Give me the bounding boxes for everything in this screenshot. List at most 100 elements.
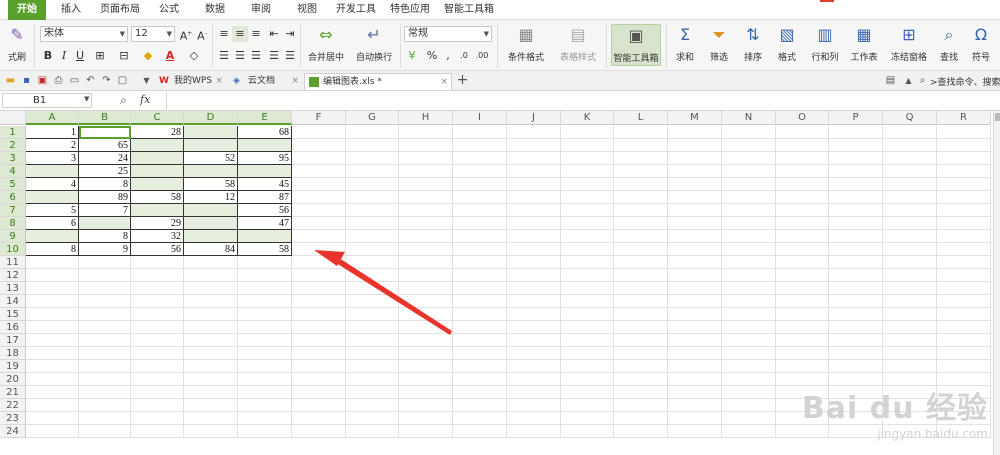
cell-n15[interactable] xyxy=(722,308,776,321)
cell-b17[interactable] xyxy=(79,334,131,347)
cell-l12[interactable] xyxy=(614,269,668,282)
cell-k14[interactable] xyxy=(561,295,614,308)
cell-m23[interactable] xyxy=(668,412,722,425)
cell-q18[interactable] xyxy=(883,347,937,360)
cell-d11[interactable] xyxy=(184,256,238,269)
cell-d20[interactable] xyxy=(184,373,238,386)
cell-b24[interactable] xyxy=(79,425,131,438)
cell-m7[interactable] xyxy=(668,204,722,217)
cell-c17[interactable] xyxy=(131,334,184,347)
cell-d3[interactable]: 52 xyxy=(184,152,238,165)
cell-d7[interactable] xyxy=(184,204,238,217)
cell-g4[interactable] xyxy=(346,165,399,178)
cell-a13[interactable] xyxy=(26,282,79,295)
tab-data[interactable]: 数据 xyxy=(198,0,232,20)
cell-l3[interactable] xyxy=(614,152,668,165)
worksheet-button[interactable]: ▦ 工作表 xyxy=(846,24,882,63)
font-name-select[interactable]: 宋体 ▼ xyxy=(40,26,128,42)
indent-left-icon[interactable]: ⇤ xyxy=(266,26,282,42)
cell-m12[interactable] xyxy=(668,269,722,282)
cell-i5[interactable] xyxy=(453,178,507,191)
column-header-n[interactable]: N xyxy=(722,111,776,125)
cell-a4[interactable] xyxy=(26,165,79,178)
cell-m3[interactable] xyxy=(668,152,722,165)
cell-f20[interactable] xyxy=(292,373,346,386)
cell-n20[interactable] xyxy=(722,373,776,386)
cell-f6[interactable] xyxy=(292,191,346,204)
cell-i7[interactable] xyxy=(453,204,507,217)
cell-a10[interactable]: 8 xyxy=(26,243,79,256)
cell-k18[interactable] xyxy=(561,347,614,360)
cell-l18[interactable] xyxy=(614,347,668,360)
cell-j22[interactable] xyxy=(507,399,561,412)
tab-page-layout[interactable]: 页面布局 xyxy=(96,0,144,20)
cell-n14[interactable] xyxy=(722,295,776,308)
cell-c9[interactable]: 32 xyxy=(131,230,184,243)
cell-r18[interactable] xyxy=(937,347,991,360)
percent-button[interactable]: % xyxy=(424,48,440,64)
cell-p15[interactable] xyxy=(829,308,883,321)
cell-g2[interactable] xyxy=(346,139,399,152)
cell-a14[interactable] xyxy=(26,295,79,308)
cell-e2[interactable] xyxy=(238,139,292,152)
cell-j11[interactable] xyxy=(507,256,561,269)
sum-button[interactable]: Σ 求和 xyxy=(670,24,700,63)
row-header-9[interactable]: 9 xyxy=(0,230,26,243)
cell-p6[interactable] xyxy=(829,191,883,204)
cell-b19[interactable] xyxy=(79,360,131,373)
cell-d18[interactable] xyxy=(184,347,238,360)
print-preview-icon[interactable]: ▭ xyxy=(68,74,81,87)
row-header-20[interactable]: 20 xyxy=(0,373,26,386)
cell-g19[interactable] xyxy=(346,360,399,373)
row-header-12[interactable]: 12 xyxy=(0,269,26,282)
cell-c21[interactable] xyxy=(131,386,184,399)
cell-d10[interactable]: 84 xyxy=(184,243,238,256)
row-header-14[interactable]: 14 xyxy=(0,295,26,308)
cell-k5[interactable] xyxy=(561,178,614,191)
cell-b20[interactable] xyxy=(79,373,131,386)
cell-d17[interactable] xyxy=(184,334,238,347)
cell-e6[interactable]: 87 xyxy=(238,191,292,204)
cell-n5[interactable] xyxy=(722,178,776,191)
cell-b9[interactable]: 8 xyxy=(79,230,131,243)
cell-f5[interactable] xyxy=(292,178,346,191)
cell-d5[interactable]: 58 xyxy=(184,178,238,191)
tab-edit-chart-xls[interactable]: 编辑图表.xls * × xyxy=(304,73,452,90)
cell-b23[interactable] xyxy=(79,412,131,425)
cell-o11[interactable] xyxy=(776,256,829,269)
cell-e21[interactable] xyxy=(238,386,292,399)
cell-n19[interactable] xyxy=(722,360,776,373)
cell-o4[interactable] xyxy=(776,165,829,178)
cell-i4[interactable] xyxy=(453,165,507,178)
cell-e7[interactable]: 56 xyxy=(238,204,292,217)
cell-k20[interactable] xyxy=(561,373,614,386)
cell-p13[interactable] xyxy=(829,282,883,295)
cell-c1[interactable]: 28 xyxy=(131,126,184,139)
cell-k19[interactable] xyxy=(561,360,614,373)
cell-d16[interactable] xyxy=(184,321,238,334)
cell-n22[interactable] xyxy=(722,399,776,412)
cell-o2[interactable] xyxy=(776,139,829,152)
row-header-24[interactable]: 24 xyxy=(0,425,26,438)
cell-q11[interactable] xyxy=(883,256,937,269)
cell-j8[interactable] xyxy=(507,217,561,230)
chevron-down-icon[interactable]: ▼ xyxy=(84,95,89,103)
cell-g3[interactable] xyxy=(346,152,399,165)
tab-formulas[interactable]: 公式 xyxy=(152,0,186,20)
cell-q13[interactable] xyxy=(883,282,937,295)
tab-home[interactable]: 开始 xyxy=(8,0,46,20)
cell-b14[interactable] xyxy=(79,295,131,308)
cell-p18[interactable] xyxy=(829,347,883,360)
cell-h4[interactable] xyxy=(399,165,453,178)
cell-d24[interactable] xyxy=(184,425,238,438)
cell-r9[interactable] xyxy=(937,230,991,243)
align-top-icon[interactable]: ≡ xyxy=(216,26,232,42)
cell-q7[interactable] xyxy=(883,204,937,217)
cell-r5[interactable] xyxy=(937,178,991,191)
cell-d2[interactable] xyxy=(184,139,238,152)
cell-i24[interactable] xyxy=(453,425,507,438)
cell-a3[interactable]: 3 xyxy=(26,152,79,165)
cell-r12[interactable] xyxy=(937,269,991,282)
font-grow-icon[interactable]: A+ xyxy=(178,26,194,43)
cell-n9[interactable] xyxy=(722,230,776,243)
